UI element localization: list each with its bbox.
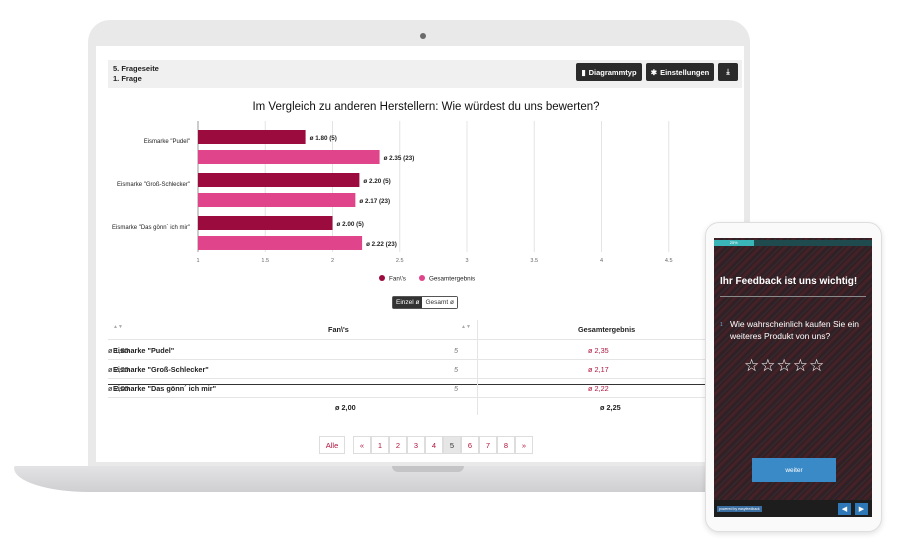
bar: [198, 130, 306, 144]
category-label: Eismarke "Das gönn´ ich mir": [112, 225, 190, 231]
table-header: ▲▼ Fan\'s ▲▼ Gesamtergebnis: [108, 320, 710, 340]
page-label: 5. Frageseite: [113, 64, 159, 73]
row-count: 5: [454, 384, 459, 393]
pagination-all[interactable]: Alle: [319, 436, 345, 454]
download-icon: ⤓: [726, 67, 730, 76]
laptop-notch: [392, 466, 464, 472]
sort-icon[interactable]: ▲▼: [461, 324, 471, 330]
bar-chart-icon: ▮: [581, 67, 586, 77]
bar: [198, 193, 356, 207]
table-row: Eismarke "Groß-Schlecker" ø 2,20 5 ø 2,17: [108, 360, 710, 379]
row-total: ø 2,22: [588, 384, 609, 393]
x-tick-label: 3.5: [530, 258, 538, 264]
phone-screen: 25% Ihr Feedback ist uns wichtig! 1 Wie …: [714, 238, 872, 517]
x-tick-label: 2.5: [396, 258, 404, 264]
footer-total: ø 2,25: [600, 403, 621, 412]
chart-type-label: Diagrammtyp: [588, 67, 637, 77]
survey-heading: Ihr Feedback ist uns wichtig!: [720, 276, 858, 287]
x-tick-label: 3: [465, 258, 468, 264]
table-footer: ø 2,00 ø 2,25: [108, 398, 710, 417]
column-divider: [477, 320, 478, 415]
category-label: Eismarke "Pudel": [144, 139, 190, 145]
legend-marker: [379, 275, 385, 281]
pagination-page[interactable]: 1: [371, 436, 389, 454]
row-count: 5: [454, 346, 459, 355]
x-tick-label: 1: [196, 258, 199, 264]
x-tick-label: 1.5: [261, 258, 269, 264]
legend-marker: [419, 275, 425, 281]
powered-by-badge: powered by easyfeedback: [717, 506, 762, 512]
laptop-camera: [420, 33, 426, 39]
category-label: Eismarke "Groß-Schlecker": [117, 182, 190, 188]
next-arrow-icon[interactable]: ▶: [855, 503, 868, 515]
col-total: Gesamtergebnis: [578, 325, 636, 334]
legend-label: Gesamtergebnis: [429, 276, 475, 283]
table-row: Eismarke "Das gönn´ ich mir" ø 2,00 5 ø 2,2…: [108, 379, 710, 398]
survey-question: Wie wahrscheinlich kaufen Sie ein weiter…: [730, 319, 859, 341]
x-tick-label: 2: [331, 258, 334, 264]
chart-title: Im Vergleich zu anderen Herstellern: Wie…: [252, 101, 600, 113]
pagination-page[interactable]: 5: [443, 436, 461, 454]
question-label: 1. Frage: [113, 74, 142, 83]
row-fans: ø 2,20: [108, 365, 129, 374]
data-label: ø 1.80 (5): [310, 135, 337, 142]
progress-fill: 25%: [714, 240, 754, 246]
bar: [198, 150, 380, 164]
laptop-screen: 5. Frageseite 1. Frage ▮ Diagrammtyp ✱ E…: [96, 46, 744, 462]
average-toggle: Einzel ø Gesamt ø: [392, 296, 459, 309]
settings-button[interactable]: ✱ Einstellungen: [646, 63, 714, 81]
pagination-page[interactable]: 8: [497, 436, 515, 454]
pagination-page[interactable]: 4: [425, 436, 443, 454]
bar: [198, 236, 363, 250]
toggle-total[interactable]: Gesamt ø: [422, 297, 458, 308]
next-button[interactable]: weiter: [752, 458, 836, 482]
pagination-page[interactable]: 6: [461, 436, 479, 454]
col-fans: Fan\'s: [328, 325, 349, 334]
data-label: ø 2.00 (5): [337, 221, 364, 228]
bar-chart: ø 1.80 (5) ø 2.35 (23) ø 2.20 (5) ø 2.17 (2…: [112, 121, 673, 283]
bar: [198, 173, 360, 187]
row-fans: ø 2,00: [108, 384, 129, 393]
row-count: 5: [454, 365, 459, 374]
pagination-next[interactable]: »: [515, 436, 533, 454]
legend-label: Fan\'s: [389, 276, 406, 283]
prev-arrow-icon[interactable]: ◀: [838, 503, 851, 515]
row-total: ø 2,35: [588, 346, 609, 355]
data-label: ø 2.22 (23): [366, 241, 397, 248]
data-label: ø 2.20 (5): [363, 178, 390, 185]
pagination-page[interactable]: 3: [407, 436, 425, 454]
row-fans: ø 1,80: [108, 346, 129, 355]
question-number: 1: [720, 322, 723, 328]
data-label: ø 2.35 (23): [384, 155, 415, 162]
x-tick-label: 4: [600, 258, 603, 264]
stage: 5. Frageseite 1. Frage ▮ Diagrammtyp ✱ E…: [0, 0, 897, 552]
pagination-page[interactable]: 2: [389, 436, 407, 454]
settings-label: Einstellungen: [660, 67, 710, 77]
phone-footer: powered by easyfeedback ◀ ▶: [714, 500, 872, 517]
pagination-prev[interactable]: «: [353, 436, 371, 454]
row-total: ø 2,17: [588, 365, 609, 374]
progress-bar: 25%: [714, 240, 872, 246]
gear-icon: ✱: [650, 67, 658, 77]
sort-icon[interactable]: ▲▼: [113, 324, 123, 330]
bar: [198, 216, 333, 230]
data-label: ø 2.17 (23): [359, 198, 390, 205]
download-button[interactable]: ⤓: [718, 63, 738, 81]
chart-type-button[interactable]: ▮ Diagrammtyp: [576, 63, 642, 81]
star-rating[interactable]: ☆☆☆☆☆: [744, 356, 825, 376]
footer-fans: ø 2,00: [335, 403, 356, 412]
pagination-page[interactable]: 7: [479, 436, 497, 454]
question-header: 5. Frageseite 1. Frage ▮ Diagrammtyp ✱ E…: [108, 60, 742, 88]
toggle-single[interactable]: Einzel ø: [393, 297, 423, 308]
table-row: Eismarke "Pudel" ø 1,80 5 ø 2,35: [108, 341, 710, 360]
heading-divider: [720, 296, 866, 297]
x-tick-label: 4.5: [665, 258, 673, 264]
